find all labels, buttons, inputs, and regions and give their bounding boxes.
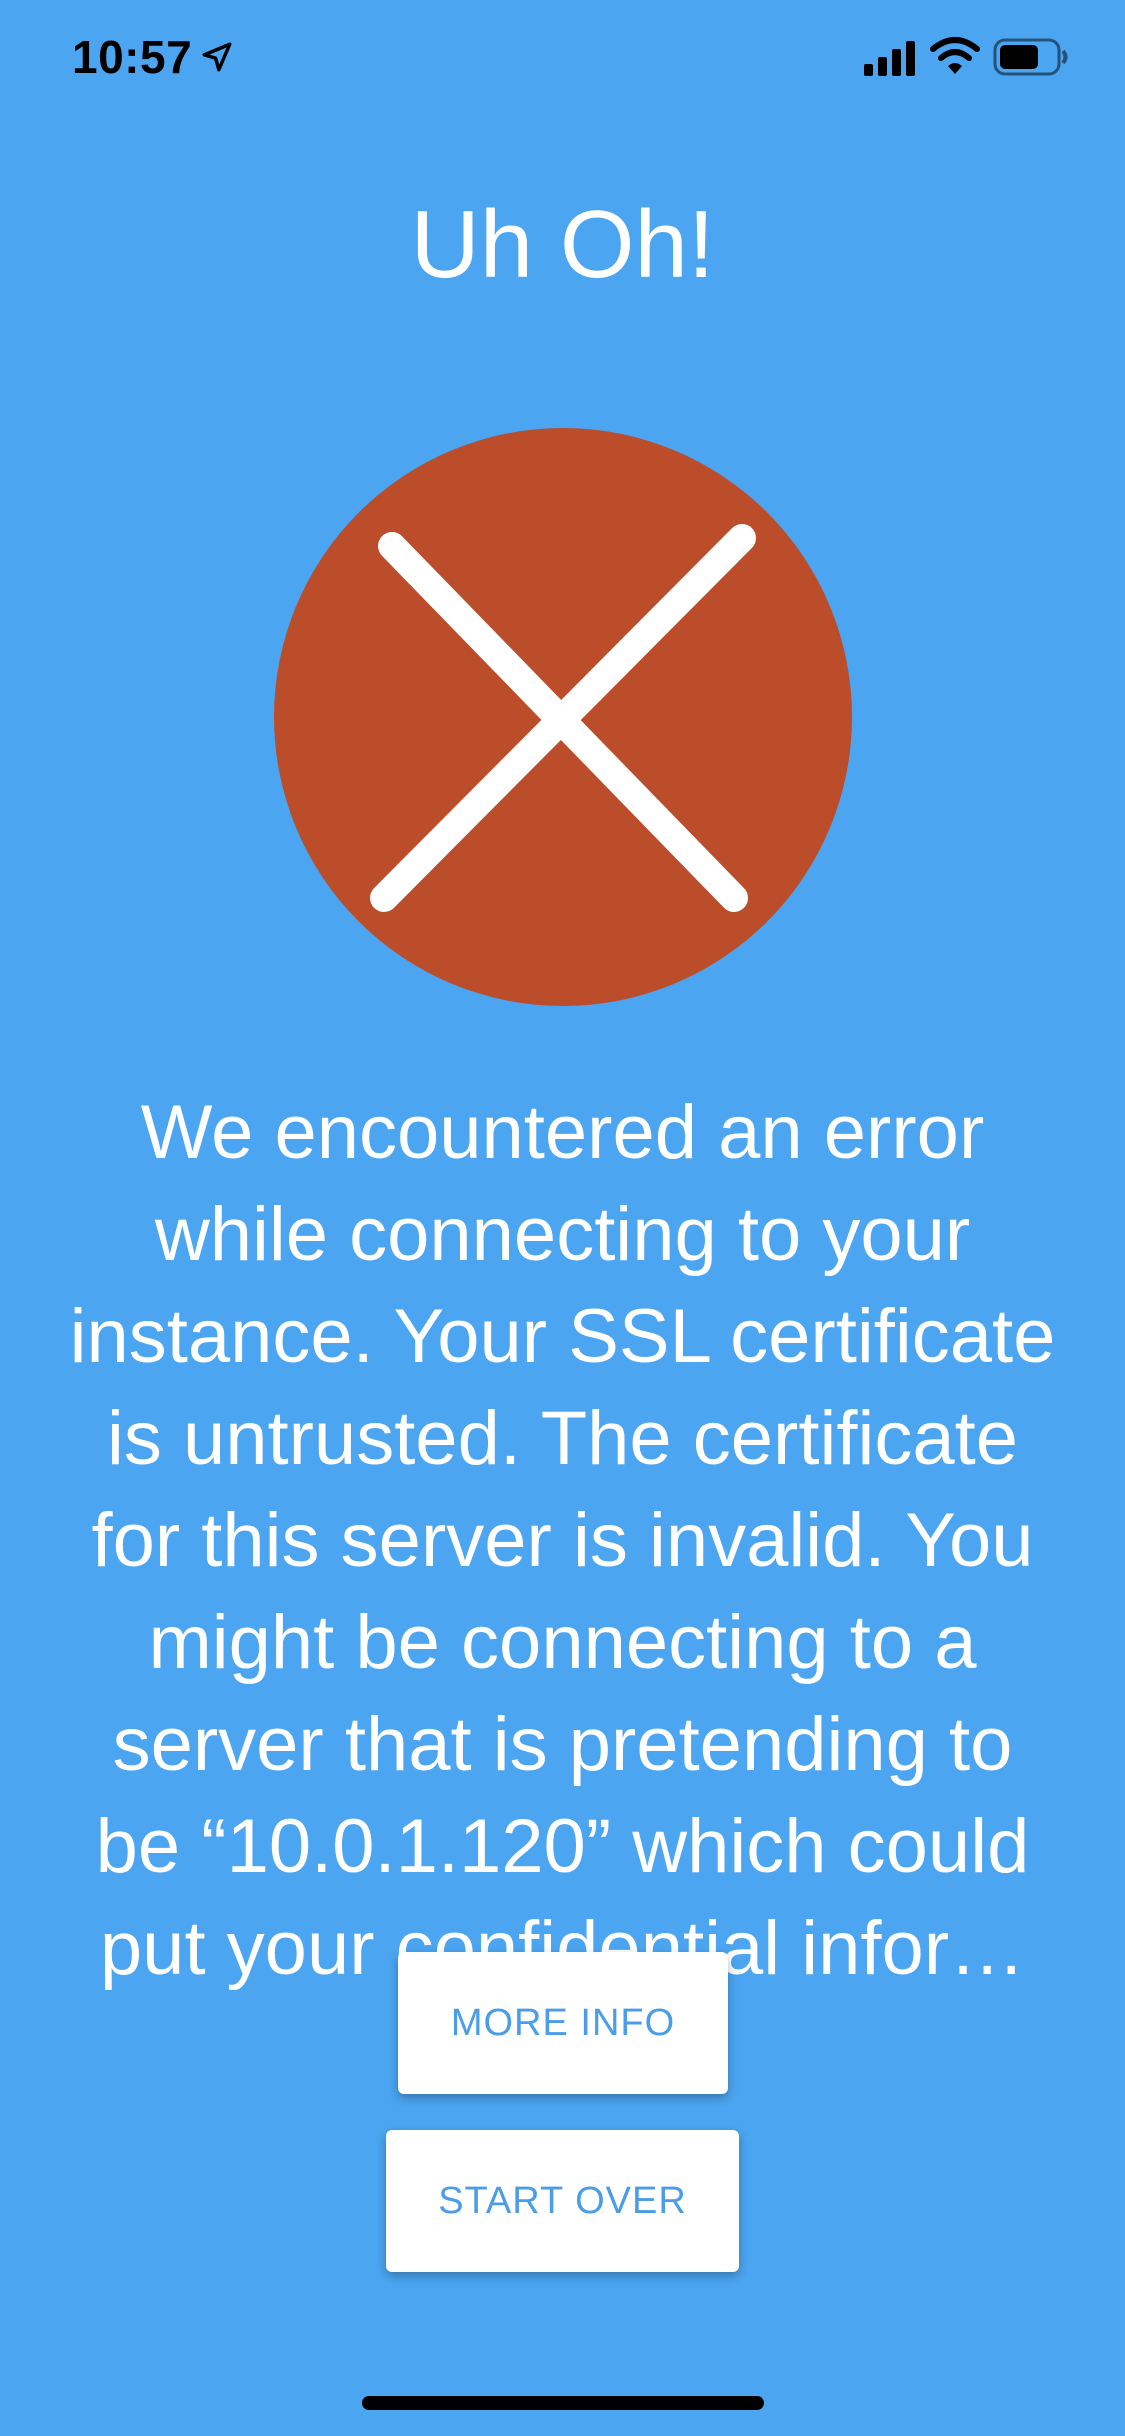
home-indicator[interactable] <box>362 2396 764 2410</box>
wifi-icon <box>930 37 980 74</box>
page-title: Uh Oh! <box>410 191 715 298</box>
status-bar: 10:57 <box>0 0 1125 120</box>
battery-icon <box>993 38 1068 76</box>
location-arrow-icon <box>202 42 232 72</box>
start-over-button[interactable]: START OVER <box>386 2130 739 2272</box>
cellular-signal-icon <box>864 41 915 76</box>
status-time: 10:57 <box>72 31 193 83</box>
error-x-icon <box>274 428 852 1006</box>
error-message: We encountered an error while connecting… <box>60 1082 1065 2092</box>
more-info-button[interactable]: MORE INFO <box>398 1952 728 2094</box>
error-message-text: We encountered an error while connecting… <box>69 1090 1056 1991</box>
